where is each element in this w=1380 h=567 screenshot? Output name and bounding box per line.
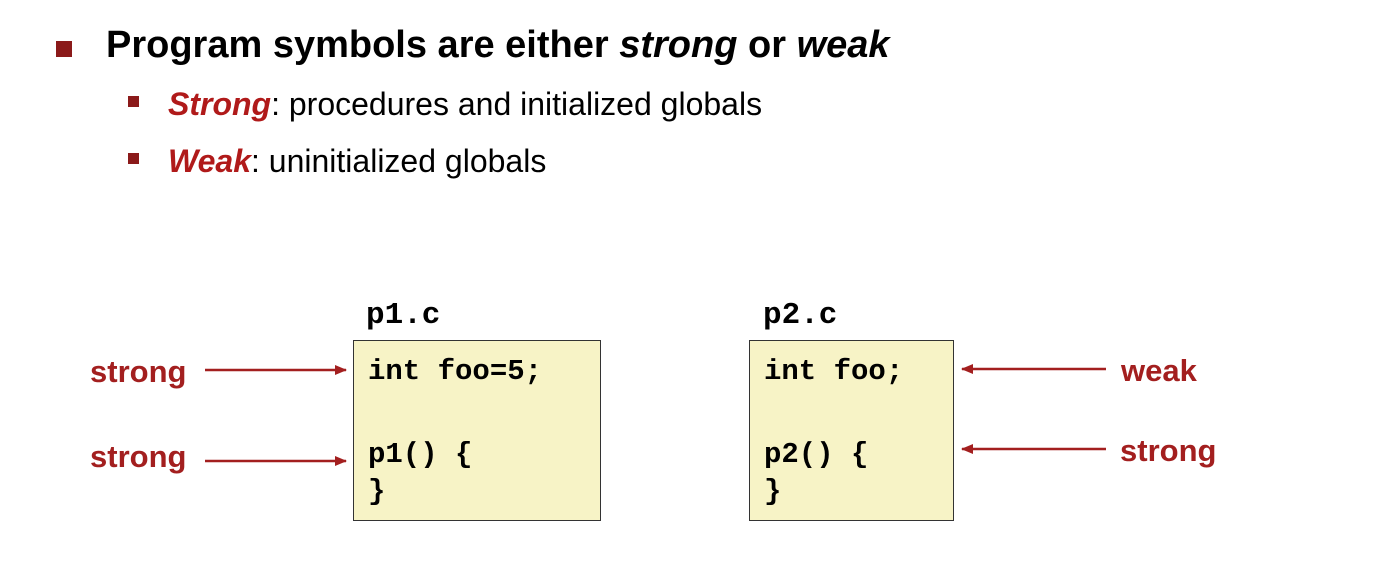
arrows — [205, 364, 1106, 466]
